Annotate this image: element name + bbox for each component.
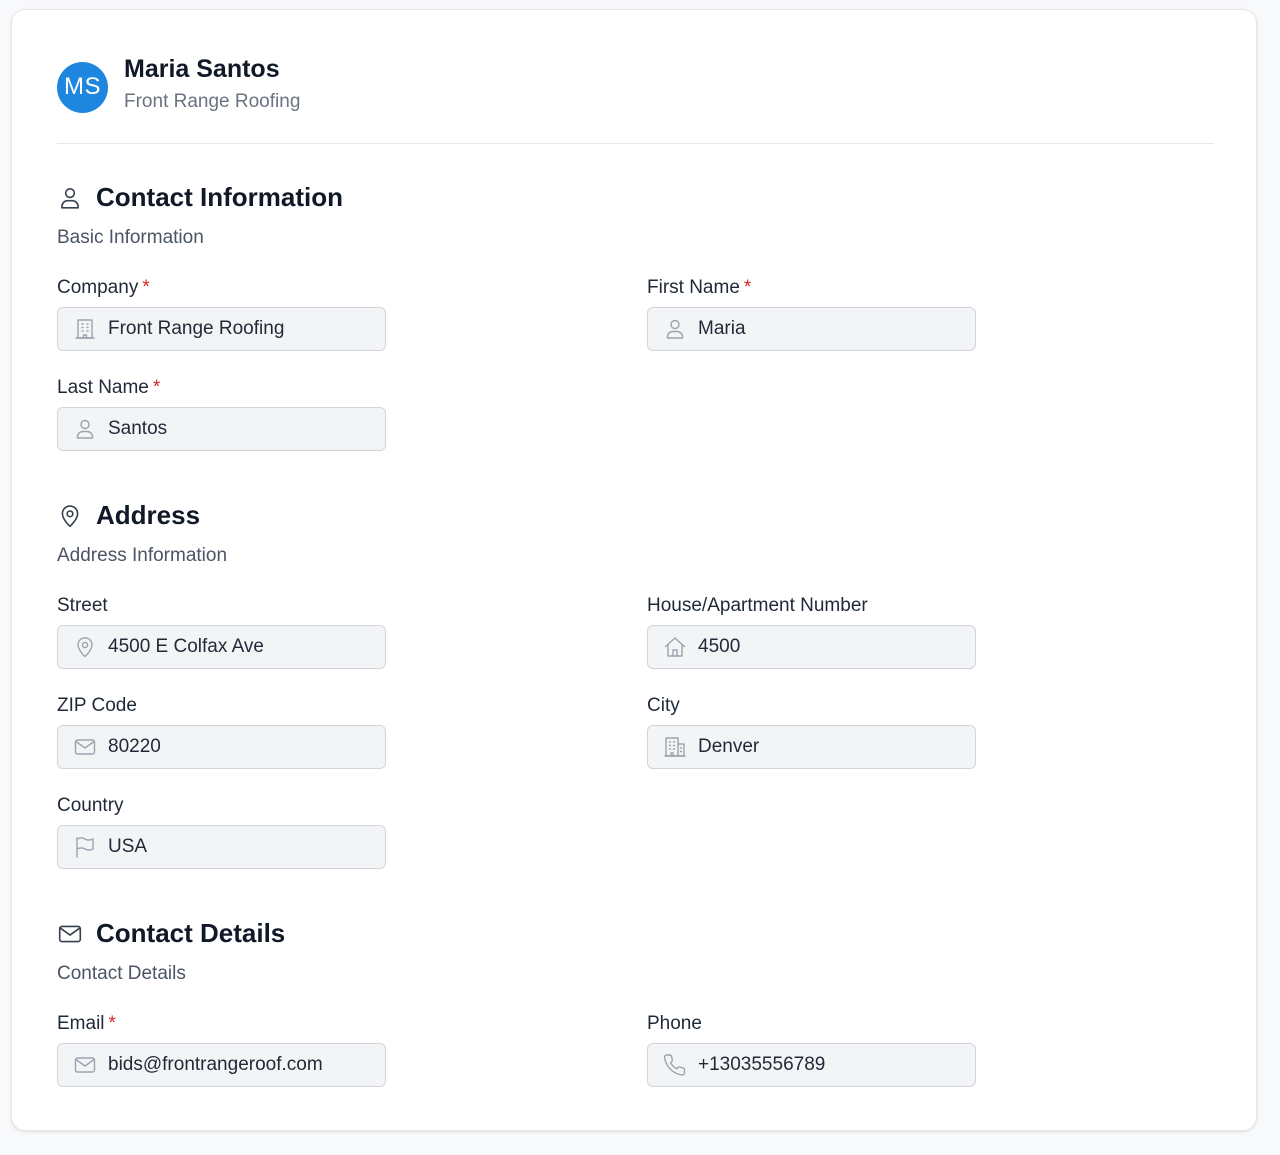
label-text: Company [57, 277, 139, 298]
building-icon [72, 316, 98, 342]
section-title-text: Contact Details [96, 918, 286, 948]
required-marker: * [142, 277, 150, 298]
header-text: Maria Santos Front Range Roofing [124, 55, 301, 114]
label-text: ZIP Code [57, 695, 137, 716]
section-title-text: Contact Information [96, 182, 343, 212]
house-number-label: House/Apartment Number [647, 595, 868, 617]
house-number-input[interactable] [698, 636, 968, 658]
country-input[interactable] [108, 836, 378, 858]
city-input[interactable] [698, 736, 968, 758]
contact-header: MS Maria Santos Front Range Roofing [57, 55, 301, 114]
label-text: Phone [647, 1013, 702, 1034]
label-text: House/Apartment Number [647, 595, 868, 616]
section-title-contact-details: Contact Details [57, 918, 285, 949]
country-label: Country [57, 795, 124, 817]
first-name-field[interactable] [647, 307, 976, 351]
label-text: First Name [647, 277, 740, 298]
last-name-label: Last Name * [57, 377, 160, 399]
buildings-icon [662, 734, 688, 760]
company-field[interactable] [57, 307, 386, 351]
street-field[interactable] [57, 625, 386, 669]
contact-company: Front Range Roofing [124, 91, 301, 112]
phone-input[interactable] [698, 1054, 968, 1076]
section-title-address: Address [57, 500, 200, 531]
map-pin-icon [57, 503, 83, 529]
mail-icon [72, 734, 98, 760]
required-marker: * [108, 1013, 116, 1034]
flag-icon [72, 834, 98, 860]
required-marker: * [743, 277, 752, 298]
section-subtitle: Contact Details [57, 963, 186, 984]
zip-code-input[interactable] [108, 736, 378, 758]
contact-card: MS Maria Santos Front Range Roofing Cont… [11, 9, 1257, 1131]
house-number-field[interactable] [647, 625, 976, 669]
user-icon [662, 316, 688, 342]
user-icon [72, 416, 98, 442]
phone-field[interactable] [647, 1043, 976, 1087]
section-title-contact-information: Contact Information [57, 182, 343, 213]
contact-name: Maria Santos [124, 55, 280, 83]
section-subtitle: Address Information [57, 545, 228, 566]
last-name-field[interactable] [57, 407, 386, 451]
mail-icon [72, 1052, 98, 1078]
phone-icon [662, 1052, 688, 1078]
label-text: Last Name [57, 377, 149, 398]
street-input[interactable] [108, 636, 378, 658]
section-subtitle: Basic Information [57, 227, 204, 248]
phone-label: Phone [647, 1013, 702, 1035]
email-label: Email * [57, 1013, 116, 1035]
first-name-input[interactable] [698, 318, 968, 340]
first-name-label: First Name * [647, 277, 751, 299]
street-label: Street [57, 595, 108, 617]
mail-icon [57, 921, 83, 947]
city-label: City [647, 695, 680, 717]
home-icon [662, 634, 688, 660]
label-text: Country [57, 795, 124, 816]
last-name-input[interactable] [108, 418, 378, 440]
company-label: Company * [57, 277, 150, 299]
avatar: MS [57, 61, 108, 113]
header-divider [57, 143, 1214, 144]
label-text: Street [57, 595, 108, 616]
email-field[interactable] [57, 1043, 386, 1087]
required-marker: * [152, 377, 161, 398]
company-input[interactable] [108, 318, 378, 340]
label-text: Email [57, 1013, 105, 1034]
email-input[interactable] [108, 1054, 378, 1076]
section-title-text: Address [96, 500, 201, 530]
country-field[interactable] [57, 825, 386, 869]
zip-code-label: ZIP Code [57, 695, 137, 717]
label-text: City [647, 695, 680, 716]
city-field[interactable] [647, 725, 976, 769]
map-pin-icon [72, 634, 98, 660]
zip-code-field[interactable] [57, 725, 386, 769]
user-icon [57, 185, 83, 211]
